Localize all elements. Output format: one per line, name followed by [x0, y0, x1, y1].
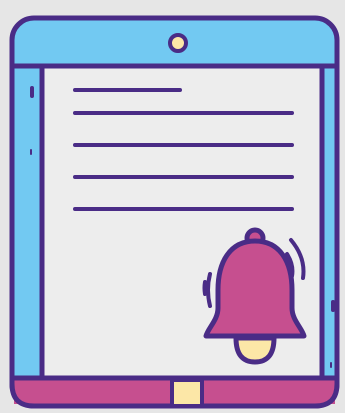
tablet-icon [9, 15, 340, 409]
camera-icon [168, 33, 188, 53]
bell-clapper [233, 335, 277, 365]
home-button-icon[interactable] [170, 378, 204, 408]
bell-ring-line-left-outer [206, 272, 212, 308]
bell-ring-line-left-inner [202, 280, 207, 296]
illustration-canvas [0, 0, 345, 413]
